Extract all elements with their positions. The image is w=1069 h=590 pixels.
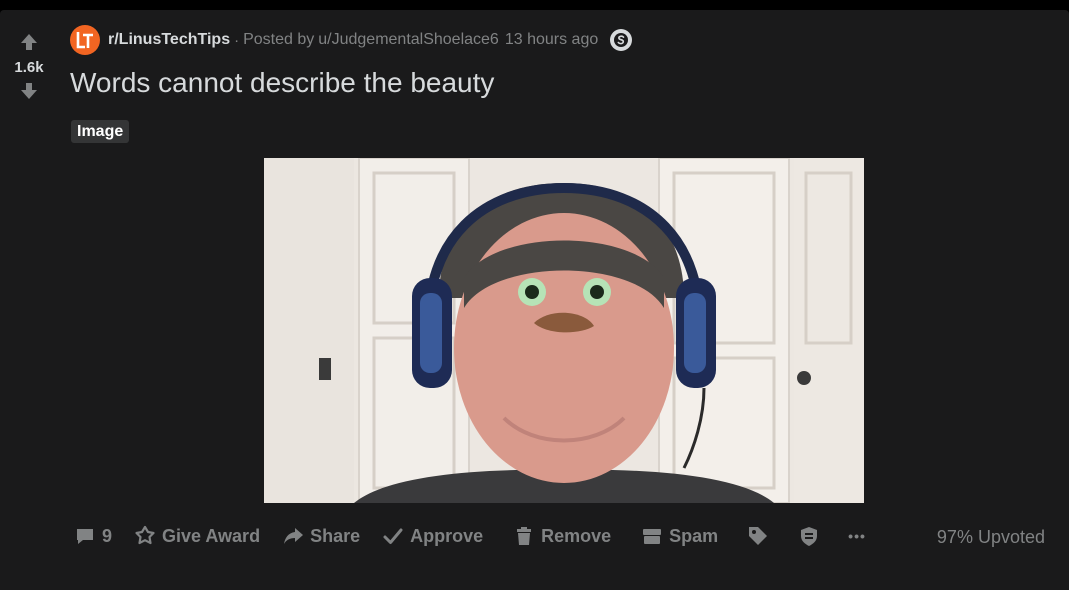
approve-label: Approve (410, 525, 484, 546)
flair-tag-button[interactable] (744, 518, 772, 554)
meme-photo-image (264, 158, 864, 503)
downvote-button[interactable] (17, 79, 41, 103)
comments-button[interactable]: 9 (72, 518, 114, 554)
post-action-bar: 9 Give Award Share Approve Remove Spam •… (72, 518, 868, 554)
arrow-up-icon (21, 34, 37, 50)
give-award-button[interactable]: Give Award (132, 518, 262, 554)
subreddit-icon[interactable] (70, 25, 100, 55)
upvote-ratio: 97% Upvoted (936, 527, 1045, 547)
post-timestamp[interactable]: 13 hours ago (505, 31, 598, 49)
mod-shield-icon[interactable] (610, 29, 633, 51)
snoo-badge-icon (614, 33, 629, 47)
post-card: 1.6k r/LinusTechTips · Posted by u/Judge… (0, 10, 1069, 590)
give-award-label: Give Award (162, 525, 261, 546)
ltt-logo-icon (76, 32, 93, 49)
arrow-down-icon (21, 83, 37, 99)
author-link[interactable]: u/JudgementalShoelace6 (318, 31, 499, 49)
vote-column: 1.6k (0, 10, 58, 590)
checkmark-icon (382, 525, 404, 547)
posted-by-label: Posted by (243, 31, 315, 48)
vote-count: 1.6k (14, 59, 44, 76)
shield-icon (798, 525, 820, 547)
remove-label: Remove (541, 525, 612, 546)
post-meta: r/LinusTechTips · Posted by u/Judgementa… (70, 25, 633, 55)
spam-button[interactable]: Spam (639, 518, 720, 554)
tag-icon (746, 524, 770, 548)
approve-button[interactable]: Approve (380, 518, 485, 554)
share-label: Share (310, 525, 361, 546)
mod-shield-button[interactable] (796, 518, 822, 554)
share-icon (282, 525, 304, 547)
meta-separator: · (234, 31, 240, 49)
subreddit-link[interactable]: r/LinusTechTips (108, 31, 230, 49)
spam-label: Spam (669, 525, 719, 546)
post-title[interactable]: Words cannot describe the beauty (70, 67, 494, 99)
more-options-button[interactable]: ••• (846, 518, 868, 554)
remove-button[interactable]: Remove (511, 518, 613, 554)
comments-count: 9 (102, 525, 113, 546)
trash-icon (513, 525, 535, 547)
post-flair[interactable]: Image (71, 120, 130, 143)
upvote-button[interactable] (17, 30, 41, 54)
award-icon (134, 525, 156, 547)
share-button[interactable]: Share (280, 518, 362, 554)
post-image[interactable] (264, 158, 864, 503)
comment-icon (74, 525, 96, 547)
spam-icon (641, 525, 663, 547)
